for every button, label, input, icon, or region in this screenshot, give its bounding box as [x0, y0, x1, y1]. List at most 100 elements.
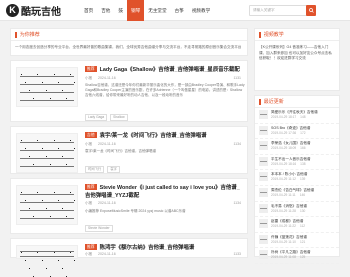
post-chip[interactable]: 袁宇 [107, 166, 120, 173]
note-mark [33, 216, 35, 217]
post-tag: 推荐 [85, 244, 97, 250]
note-mark [25, 148, 27, 149]
post-meta: 小猪 2024-11-16 [85, 252, 116, 257]
note-mark [49, 164, 51, 165]
nav-drum[interactable]: 鼓 [114, 0, 127, 21]
item-thumbnail [259, 125, 268, 135]
note-mark [41, 82, 43, 83]
search-input[interactable]: 请输入关键字 [249, 5, 307, 16]
item-views: 121 [299, 239, 306, 244]
post-title[interactable]: 吉他 袁宇/莱一龙《时间飞行》吉他谱_吉他弹唱谱 [85, 132, 245, 140]
post-title[interactable]: 推荐 Stevie Wonder《i just called to say i l… [85, 184, 245, 200]
nav-guzheng[interactable]: 古筝 [171, 0, 188, 21]
nav-home[interactable]: 首页 [80, 0, 97, 21]
post-thumbnail[interactable] [16, 245, 78, 277]
note-mark [62, 90, 63, 91]
item-thumbnail [259, 187, 268, 197]
sidebar: 视频教学 【K公开课系列】G4 音准练习——吉他入门课、加入群来参加 也可以加好… [254, 28, 340, 264]
post-chips: 时间飞行 袁宇 [85, 166, 120, 173]
post-tag: 推荐 [85, 66, 97, 72]
latest-title: 最近更新 [263, 99, 284, 105]
note-mark [74, 82, 76, 83]
list-item[interactable]: 李荣浩《女儿国》吉他谱 2019-04-29 18:09 166 [255, 139, 339, 155]
item-date: 2019-04-29 18:09 [271, 146, 297, 151]
item-views: 148 [300, 115, 306, 119]
note-mark [29, 268, 31, 269]
logo-badge: K [6, 4, 19, 17]
recommend-title: 为你推荐 [19, 32, 40, 38]
item-thumbnail [259, 172, 268, 182]
list-item[interactable]: 本本本 / 陈小小 吉他谱 2019-04-29 11:12 139 [255, 170, 339, 186]
post-card[interactable]: 吉他 袁宇/莱一龙《时间飞行》吉他谱_吉他弹唱谱 小猪 2024-11-16 113… [10, 126, 248, 174]
note-mark [41, 200, 43, 201]
post-card[interactable]: 推荐 Stevie Wonder《i just called to say i l… [10, 178, 248, 234]
note-mark [62, 268, 63, 269]
post-title-text[interactable]: Lady Gaga《Shallow》吉他谱_吉他弹唱谱_星辰音乐截配 [100, 67, 240, 73]
note-mark [62, 208, 63, 209]
note-mark [29, 90, 31, 91]
note-mark [57, 260, 59, 261]
post-excerpt: 小编推荐 ExposeMusicSmile 专辑 2024 yyzj music… [85, 209, 186, 213]
item-views: 146 [299, 192, 306, 197]
post-date: 2024-11-16 [98, 252, 116, 256]
note-mark [37, 192, 39, 193]
search-button[interactable] [306, 5, 316, 16]
note-mark [29, 156, 31, 157]
list-item[interactable]: 许巍《蓝莲花》吉他谱 2019-04-29 11:10 121 [255, 233, 339, 249]
note-mark [41, 148, 43, 149]
post-thumbnail[interactable] [16, 133, 78, 173]
note-mark [74, 260, 76, 261]
note-mark [33, 164, 35, 165]
post-card[interactable]: 推荐 Lady Gaga《Shallow》吉他谱_吉他弹唱谱_星辰音乐截配 小猪 2… [10, 60, 248, 122]
item-date: 2019-04-29 17:36 [271, 130, 297, 135]
recommend-panel: 为你推荐 一个用态度去创造分享的专业平台，全世界最好曾的歌曲集锦，我们，全球优秀… [10, 28, 248, 56]
notice-title: 视频教学 [263, 32, 284, 38]
post-chip[interactable]: Lady Gaga [85, 114, 108, 121]
latest-list: 简爱乐乐《开往秋天》吉他谱 2019-04-29 18:17 148 SOS Bro… [255, 108, 339, 264]
search-icon [308, 8, 314, 13]
nav-guitar[interactable]: 吉他 [97, 0, 114, 21]
list-item[interactable]: 简爱乐乐《开往秋天》吉他谱 2019-04-29 18:17 148 [255, 108, 339, 124]
item-date: 2019-04-29 11:22 [271, 224, 296, 229]
post-title-text[interactable]: Stevie Wonder《i just called to say i lov… [85, 185, 240, 199]
site-logo[interactable]: K 酷玩吉他 [6, 3, 61, 18]
item-date: 2019-04-29 11:28 [271, 208, 296, 213]
post-thumbnail[interactable] [16, 185, 78, 225]
note-mark [70, 140, 72, 141]
nav-misc[interactable]: 无主堂堂 [144, 0, 170, 21]
item-thumbnail [259, 234, 268, 244]
list-item[interactable]: 朴树《平凡之路》吉他谱 2019-04-29 11:08 125 [255, 248, 339, 264]
post-thumbnail[interactable] [16, 67, 78, 107]
item-date: 2019-04-29 11:12 [271, 177, 296, 182]
post-date: 2024-11-16 [98, 201, 116, 205]
post-views: 1134 [233, 142, 241, 146]
post-meta: 小猪 2024-11-16 [85, 201, 116, 206]
item-thumbnail [259, 219, 268, 229]
list-item[interactable]: 平生不出一人音乐吉他谱 2019-04-29 18:16 138 [255, 155, 339, 171]
list-item[interactable]: SOS Bro《奇迹》吉他谱 2019-04-29 17:36 172 [255, 124, 339, 140]
nav-video[interactable]: 视频教学 [188, 0, 214, 21]
list-item[interactable]: 毛不易《消愁》吉他谱 2019-04-29 11:28 130 [255, 202, 339, 218]
item-thumbnail [259, 110, 268, 119]
note-mark [45, 156, 47, 157]
post-title[interactable]: 推荐 Lady Gaga《Shallow》吉他谱_吉他弹唱谱_星辰音乐截配 [85, 66, 245, 74]
nav-piano[interactable]: 钢琴 [127, 0, 145, 21]
list-item[interactable]: 赵雷《成都》吉他谱 2019-04-29 11:22 112 [255, 217, 339, 233]
post-author: 小猪 [85, 201, 92, 205]
note-mark [57, 82, 59, 83]
note-mark [57, 148, 59, 149]
post-date: 2024-11-16 [98, 142, 116, 146]
post-title[interactable]: 推荐 陈鸿宇《额尔古纳》吉他谱_吉他弹唱谱 [85, 244, 245, 252]
post-chip[interactable]: Stevie Wonder [85, 225, 113, 232]
post-excerpt: Shallow吉他谱，这谱还是今年你们最新华丽乐曲化的大作，是一部由Bradle… [85, 83, 245, 98]
post-chip[interactable]: Shallow [110, 114, 128, 121]
note-mark [53, 192, 55, 193]
list-item[interactable]: 周杰伦《告白气球》吉他谱 2019-04-29 11:11 146 [255, 186, 339, 202]
note-mark [45, 90, 47, 91]
post-card[interactable]: 推荐 陈鸿宇《额尔古纳》吉他谱_吉他弹唱谱 小猪 2024-11-16 1133 [10, 238, 248, 277]
notice-body: 【K公开课系列】G4 音准练习——吉他入门课、加入群来参加 也可以加好友公众号点… [259, 45, 332, 60]
post-chip[interactable]: 时间飞行 [85, 166, 105, 173]
note-mark [25, 82, 27, 83]
post-title-text[interactable]: 陈鸿宇《额尔古纳》吉他谱_吉他弹唱谱 [100, 245, 195, 251]
post-title-text[interactable]: 袁宇/莱一龙《时间飞行》吉他谱_吉他弹唱谱 [100, 133, 207, 139]
